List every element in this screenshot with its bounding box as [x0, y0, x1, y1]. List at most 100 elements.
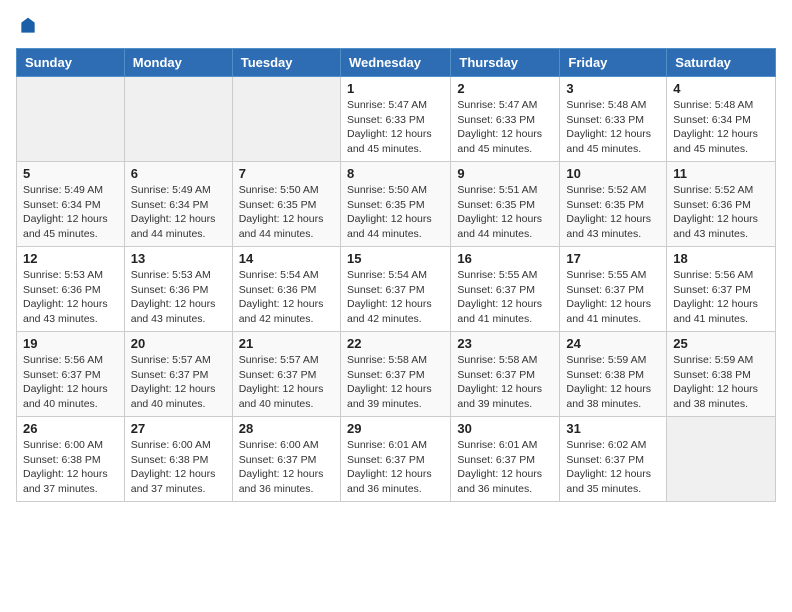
day-number: 22 — [347, 336, 444, 351]
day-number: 8 — [347, 166, 444, 181]
day-info: Sunrise: 5:49 AM Sunset: 6:34 PM Dayligh… — [131, 183, 226, 242]
header-thursday: Thursday — [451, 49, 560, 77]
day-number: 30 — [457, 421, 553, 436]
day-cell: 27 Sunrise: 6:00 AM Sunset: 6:38 PM Dayli… — [124, 417, 232, 502]
day-cell: 26 Sunrise: 6:00 AM Sunset: 6:38 PM Dayli… — [17, 417, 125, 502]
header-saturday: Saturday — [667, 49, 776, 77]
day-info: Sunrise: 5:55 AM Sunset: 6:37 PM Dayligh… — [566, 268, 660, 327]
day-cell: 12 Sunrise: 5:53 AM Sunset: 6:36 PM Dayli… — [17, 247, 125, 332]
day-cell: 6 Sunrise: 5:49 AM Sunset: 6:34 PM Daylig… — [124, 162, 232, 247]
day-number: 18 — [673, 251, 769, 266]
day-info: Sunrise: 5:47 AM Sunset: 6:33 PM Dayligh… — [457, 98, 553, 157]
page-header — [16, 16, 776, 36]
day-info: Sunrise: 6:02 AM Sunset: 6:37 PM Dayligh… — [566, 438, 660, 497]
week-row-4: 19 Sunrise: 5:56 AM Sunset: 6:37 PM Dayli… — [17, 332, 776, 417]
day-number: 12 — [23, 251, 118, 266]
day-cell: 15Sunrise: 5:54 AM Sunset: 6:37 PM Dayli… — [340, 247, 450, 332]
week-row-2: 5Sunrise: 5:49 AM Sunset: 6:34 PM Daylig… — [17, 162, 776, 247]
calendar: SundayMondayTuesdayWednesdayThursdayFrid… — [16, 48, 776, 502]
day-info: Sunrise: 6:00 AM Sunset: 6:37 PM Dayligh… — [239, 438, 334, 497]
day-number: 28 — [239, 421, 334, 436]
day-cell: 21 Sunrise: 5:57 AM Sunset: 6:37 PM Dayli… — [232, 332, 340, 417]
day-number: 16 — [457, 251, 553, 266]
day-cell: 11Sunrise: 5:52 AM Sunset: 6:36 PM Dayli… — [667, 162, 776, 247]
day-cell: 25 Sunrise: 5:59 AM Sunset: 6:38 PM Dayli… — [667, 332, 776, 417]
day-info: Sunrise: 5:57 AM Sunset: 6:37 PM Dayligh… — [131, 353, 226, 412]
header-sunday: Sunday — [17, 49, 125, 77]
day-cell: 13 Sunrise: 5:53 AM Sunset: 6:36 PM Dayli… — [124, 247, 232, 332]
day-cell: 29 Sunrise: 6:01 AM Sunset: 6:37 PM Dayli… — [340, 417, 450, 502]
header-monday: Monday — [124, 49, 232, 77]
day-cell: 14Sunrise: 5:54 AM Sunset: 6:36 PM Dayli… — [232, 247, 340, 332]
day-cell: 17 Sunrise: 5:55 AM Sunset: 6:37 PM Dayli… — [560, 247, 667, 332]
day-info: Sunrise: 5:57 AM Sunset: 6:37 PM Dayligh… — [239, 353, 334, 412]
day-info: Sunrise: 5:58 AM Sunset: 6:37 PM Dayligh… — [457, 353, 553, 412]
header-tuesday: Tuesday — [232, 49, 340, 77]
day-number: 21 — [239, 336, 334, 351]
day-info: Sunrise: 5:56 AM Sunset: 6:37 PM Dayligh… — [673, 268, 769, 327]
calendar-header-row: SundayMondayTuesdayWednesdayThursdayFrid… — [17, 49, 776, 77]
day-cell: 23 Sunrise: 5:58 AM Sunset: 6:37 PM Dayli… — [451, 332, 560, 417]
day-cell: 28 Sunrise: 6:00 AM Sunset: 6:37 PM Dayli… — [232, 417, 340, 502]
day-info: Sunrise: 6:00 AM Sunset: 6:38 PM Dayligh… — [131, 438, 226, 497]
day-number: 13 — [131, 251, 226, 266]
day-number: 29 — [347, 421, 444, 436]
logo — [16, 16, 40, 36]
day-number: 19 — [23, 336, 118, 351]
day-cell — [232, 77, 340, 162]
day-cell — [17, 77, 125, 162]
day-cell: 10 Sunrise: 5:52 AM Sunset: 6:35 PM Dayli… — [560, 162, 667, 247]
day-number: 26 — [23, 421, 118, 436]
day-number: 27 — [131, 421, 226, 436]
day-number: 6 — [131, 166, 226, 181]
week-row-1: 1 Sunrise: 5:47 AM Sunset: 6:33 PM Daylig… — [17, 77, 776, 162]
day-info: Sunrise: 5:51 AM Sunset: 6:35 PM Dayligh… — [457, 183, 553, 242]
day-cell: 9Sunrise: 5:51 AM Sunset: 6:35 PM Daylig… — [451, 162, 560, 247]
day-cell — [667, 417, 776, 502]
day-number: 23 — [457, 336, 553, 351]
day-info: Sunrise: 6:01 AM Sunset: 6:37 PM Dayligh… — [457, 438, 553, 497]
day-info: Sunrise: 5:54 AM Sunset: 6:37 PM Dayligh… — [347, 268, 444, 327]
day-number: 25 — [673, 336, 769, 351]
day-number: 20 — [131, 336, 226, 351]
day-info: Sunrise: 5:59 AM Sunset: 6:38 PM Dayligh… — [566, 353, 660, 412]
day-cell: 3 Sunrise: 5:48 AM Sunset: 6:33 PM Daylig… — [560, 77, 667, 162]
week-row-3: 12 Sunrise: 5:53 AM Sunset: 6:36 PM Dayli… — [17, 247, 776, 332]
day-number: 4 — [673, 81, 769, 96]
day-info: Sunrise: 5:53 AM Sunset: 6:36 PM Dayligh… — [131, 268, 226, 327]
day-cell: 7 Sunrise: 5:50 AM Sunset: 6:35 PM Daylig… — [232, 162, 340, 247]
day-cell — [124, 77, 232, 162]
day-number: 31 — [566, 421, 660, 436]
logo-icon — [18, 16, 38, 36]
day-cell: 1 Sunrise: 5:47 AM Sunset: 6:33 PM Daylig… — [340, 77, 450, 162]
day-cell: 8 Sunrise: 5:50 AM Sunset: 6:35 PM Daylig… — [340, 162, 450, 247]
header-wednesday: Wednesday — [340, 49, 450, 77]
day-info: Sunrise: 6:01 AM Sunset: 6:37 PM Dayligh… — [347, 438, 444, 497]
day-cell: 4 Sunrise: 5:48 AM Sunset: 6:34 PM Daylig… — [667, 77, 776, 162]
day-cell: 19 Sunrise: 5:56 AM Sunset: 6:37 PM Dayli… — [17, 332, 125, 417]
week-row-5: 26 Sunrise: 6:00 AM Sunset: 6:38 PM Dayli… — [17, 417, 776, 502]
day-number: 17 — [566, 251, 660, 266]
day-cell: 30 Sunrise: 6:01 AM Sunset: 6:37 PM Dayli… — [451, 417, 560, 502]
day-info: Sunrise: 5:55 AM Sunset: 6:37 PM Dayligh… — [457, 268, 553, 327]
day-info: Sunrise: 5:53 AM Sunset: 6:36 PM Dayligh… — [23, 268, 118, 327]
header-friday: Friday — [560, 49, 667, 77]
day-number: 7 — [239, 166, 334, 181]
day-info: Sunrise: 5:58 AM Sunset: 6:37 PM Dayligh… — [347, 353, 444, 412]
day-number: 1 — [347, 81, 444, 96]
day-info: Sunrise: 5:52 AM Sunset: 6:35 PM Dayligh… — [566, 183, 660, 242]
day-cell: 18 Sunrise: 5:56 AM Sunset: 6:37 PM Dayli… — [667, 247, 776, 332]
day-number: 2 — [457, 81, 553, 96]
day-info: Sunrise: 6:00 AM Sunset: 6:38 PM Dayligh… — [23, 438, 118, 497]
day-info: Sunrise: 5:59 AM Sunset: 6:38 PM Dayligh… — [673, 353, 769, 412]
day-info: Sunrise: 5:47 AM Sunset: 6:33 PM Dayligh… — [347, 98, 444, 157]
day-info: Sunrise: 5:48 AM Sunset: 6:34 PM Dayligh… — [673, 98, 769, 157]
day-info: Sunrise: 5:50 AM Sunset: 6:35 PM Dayligh… — [239, 183, 334, 242]
day-info: Sunrise: 5:48 AM Sunset: 6:33 PM Dayligh… — [566, 98, 660, 157]
day-info: Sunrise: 5:56 AM Sunset: 6:37 PM Dayligh… — [23, 353, 118, 412]
day-info: Sunrise: 5:52 AM Sunset: 6:36 PM Dayligh… — [673, 183, 769, 242]
day-info: Sunrise: 5:49 AM Sunset: 6:34 PM Dayligh… — [23, 183, 118, 242]
day-number: 10 — [566, 166, 660, 181]
day-info: Sunrise: 5:50 AM Sunset: 6:35 PM Dayligh… — [347, 183, 444, 242]
day-number: 3 — [566, 81, 660, 96]
